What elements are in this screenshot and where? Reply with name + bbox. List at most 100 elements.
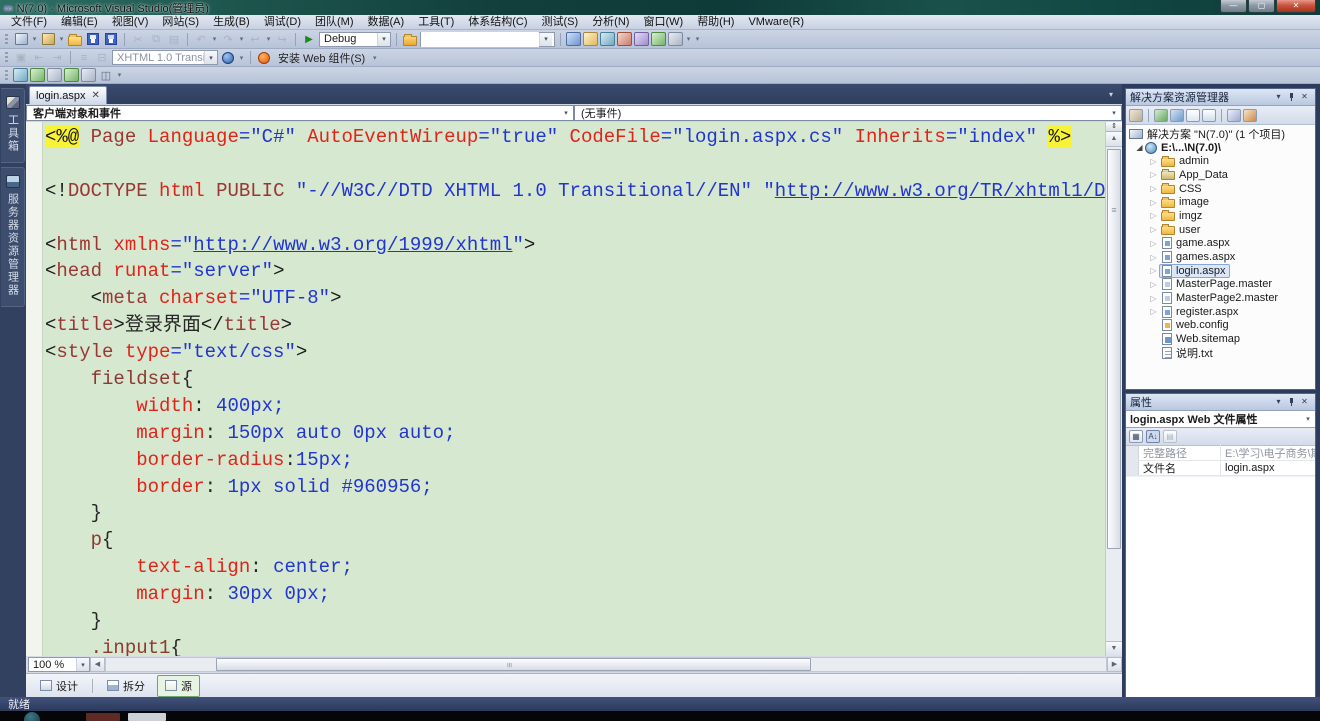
expander-icon[interactable]: ▷ — [1148, 225, 1159, 234]
tree-item-content[interactable]: games.aspx — [1159, 250, 1239, 264]
tree-item[interactable]: ▷App_Data — [1126, 168, 1315, 182]
tree-item-content[interactable]: CSS — [1159, 182, 1206, 196]
comment-icon[interactable]: ▣ — [13, 50, 29, 65]
toolbar-overflow-icon[interactable]: ▾ — [371, 54, 378, 62]
tree-item-content[interactable]: web.config — [1159, 318, 1233, 332]
navigate-backward-dropdown-icon[interactable]: ▾ — [265, 35, 272, 43]
split-view-tab[interactable]: 拆分 — [99, 675, 153, 697]
properties-icon[interactable] — [1129, 109, 1143, 122]
install-web-components-button[interactable]: 安装 Web 组件(S) — [274, 50, 369, 66]
properties-title-bar[interactable]: 属性 ▾ ✕ — [1126, 394, 1315, 411]
tree-item[interactable]: ▷user — [1126, 223, 1315, 237]
expander-icon[interactable]: ▷ — [1148, 198, 1159, 207]
tree-item[interactable]: ▷image — [1126, 195, 1315, 209]
expander-icon[interactable]: ▷ — [1148, 266, 1159, 275]
menu-item[interactable]: 视图(V) — [105, 15, 156, 30]
expander-icon[interactable]: ▷ — [1148, 211, 1159, 220]
menu-item[interactable]: 调试(D) — [257, 15, 308, 30]
toolbar-overflow-icon[interactable]: ▾ — [116, 71, 123, 79]
expander-icon[interactable]: ▷ — [1148, 294, 1159, 303]
menu-item[interactable]: 文件(F) — [4, 15, 54, 30]
target-schema-combo[interactable]: XHTML 1.0 Transitic ▾ — [112, 50, 218, 65]
solution-configurations-combo[interactable]: Debug ▾ — [319, 32, 391, 47]
navigate-forward-icon[interactable]: ↪ — [274, 32, 290, 47]
view-designer-icon[interactable] — [1202, 109, 1216, 122]
menu-item[interactable]: 数据(A) — [361, 15, 412, 30]
format-list-icon[interactable]: ≡ — [76, 50, 92, 65]
tree-item-content[interactable]: image — [1159, 195, 1213, 209]
expander-icon[interactable]: ▷ — [1148, 280, 1159, 289]
expander-icon[interactable]: ▷ — [1148, 170, 1159, 179]
tree-item[interactable]: ▷admin — [1126, 154, 1315, 168]
redo-icon[interactable]: ↷ — [220, 32, 236, 47]
document-tab-login-aspx[interactable]: login.aspx ✕ — [29, 86, 107, 104]
start-button[interactable] — [24, 712, 40, 721]
expander-icon[interactable]: ▷ — [1148, 157, 1159, 166]
toolbar-grip[interactable] — [5, 34, 8, 45]
chevron-down-icon[interactable]: ▾ — [76, 658, 89, 671]
close-panel-icon[interactable]: ✕ — [1298, 396, 1311, 408]
taskbar-app-button[interactable] — [128, 713, 166, 721]
tree-item-content[interactable]: MasterPage.master — [1159, 277, 1276, 291]
toolbar-overflow-icon[interactable]: ▾ — [238, 54, 245, 62]
window-position-dropdown-icon[interactable]: ▾ — [1272, 91, 1285, 103]
decrease-indent-icon[interactable]: ⇤ — [31, 50, 47, 65]
properties-window-icon[interactable] — [583, 32, 598, 46]
details-view-icon[interactable] — [81, 68, 96, 82]
property-row[interactable]: 文件名 login.aspx — [1126, 461, 1315, 476]
tree-item-content[interactable]: imgz — [1159, 209, 1206, 223]
auto-hide-pin-icon[interactable] — [1285, 396, 1298, 408]
expander-icon[interactable]: ▷ — [1148, 239, 1159, 248]
alphabetical-icon[interactable]: A↓ — [1146, 430, 1160, 443]
tree-item-content[interactable]: MasterPage2.master — [1159, 291, 1282, 305]
menu-item[interactable]: 帮助(H) — [690, 15, 741, 30]
tree-item[interactable]: ▷MasterPage.master — [1126, 278, 1315, 292]
menu-item[interactable]: 窗口(W) — [636, 15, 690, 30]
tree-item[interactable]: ▷login.aspx — [1126, 264, 1315, 278]
add-new-item-dropdown-icon[interactable]: ▾ — [58, 35, 65, 43]
horizontal-scroll-thumb[interactable] — [216, 658, 811, 671]
tree-item[interactable]: ▷Web.sitemap — [1126, 332, 1315, 346]
find-in-files-icon[interactable] — [402, 32, 418, 47]
chevron-down-icon[interactable]: ▾ — [377, 33, 390, 46]
tree-item[interactable]: ▷games.aspx — [1126, 250, 1315, 264]
active-files-dropdown-icon[interactable]: ▾ — [1104, 88, 1118, 101]
chevron-down-icon[interactable]: ▾ — [204, 51, 217, 64]
taskbar-app-button[interactable] — [86, 713, 120, 721]
events-combo[interactable]: (无事件) ▾ — [574, 105, 1122, 121]
categorized-icon[interactable]: ▦ — [1129, 430, 1143, 443]
menu-item[interactable]: 工具(T) — [411, 15, 461, 30]
view-in-browser-icon[interactable] — [13, 68, 28, 82]
solution-root-row[interactable]: 解决方案 "N(7.0)" (1 个项目) — [1126, 127, 1315, 141]
source-view-tab[interactable]: 源 — [157, 675, 200, 697]
tree-item-content[interactable]: register.aspx — [1159, 305, 1242, 319]
close-tab-icon[interactable]: ✕ — [92, 91, 100, 101]
immediate-window-icon[interactable] — [668, 32, 683, 46]
menu-item[interactable]: 分析(N) — [585, 15, 636, 30]
toolbar-grip[interactable] — [5, 70, 8, 81]
save-all-icon[interactable] — [103, 32, 119, 47]
windows-taskbar[interactable] — [0, 711, 1320, 721]
project-row[interactable]: ◢ E:\...\N(7.0)\ — [1126, 141, 1315, 155]
close-button[interactable]: ✕ — [1276, 0, 1316, 13]
paste-icon[interactable]: ▤ — [166, 32, 182, 47]
undo-dropdown-icon[interactable]: ▾ — [211, 35, 218, 43]
sync-views-icon[interactable] — [64, 68, 79, 82]
chevron-down-icon[interactable]: ▾ — [539, 33, 552, 46]
auto-hide-pin-icon[interactable] — [1285, 91, 1298, 103]
property-pages-icon[interactable]: ▤ — [1163, 430, 1177, 443]
maximize-button[interactable]: ▢ — [1248, 0, 1275, 13]
document-outline-icon[interactable] — [47, 68, 62, 82]
tree-item[interactable]: ▷register.aspx — [1126, 305, 1315, 319]
open-file-icon[interactable] — [67, 32, 83, 47]
expander-icon[interactable]: ▷ — [1148, 253, 1159, 262]
add-new-item-icon[interactable] — [40, 32, 56, 47]
design-view-tab[interactable]: 设计 — [32, 675, 86, 697]
server-explorer-tab[interactable]: 服务器资源管理器 — [1, 167, 25, 307]
menu-item[interactable]: 测试(S) — [535, 15, 586, 30]
close-panel-icon[interactable]: ✕ — [1298, 91, 1311, 103]
menu-item[interactable]: 团队(M) — [308, 15, 361, 30]
menu-item[interactable]: 网站(S) — [155, 15, 206, 30]
objects-combo[interactable]: 客户端对象和事件 ▾ — [26, 105, 574, 121]
chevron-down-icon[interactable]: ▾ — [1107, 109, 1121, 117]
